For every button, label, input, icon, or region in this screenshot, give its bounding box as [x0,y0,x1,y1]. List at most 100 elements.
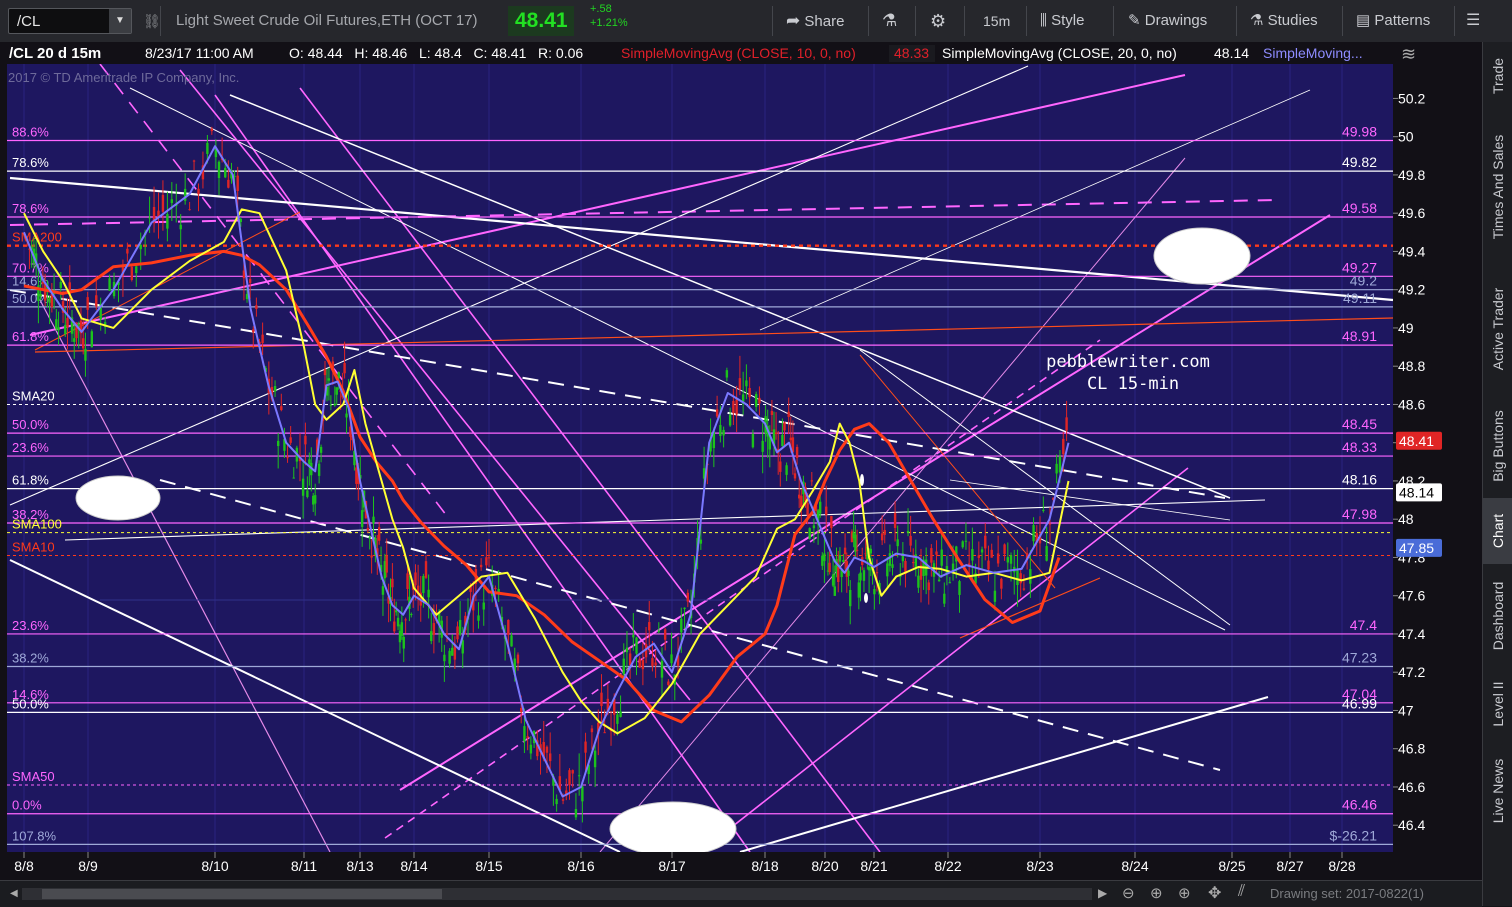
price-bar-body [227,179,230,188]
price-bar-body [1032,525,1035,542]
drawings-button[interactable]: ✎ Drawings [1128,0,1207,42]
right-tab-panel: Trade Times And Sales Active Trader Big … [1482,42,1512,906]
price-bar-body [971,549,974,561]
price-bar-body [188,209,191,211]
scrollbar-thumb[interactable] [42,889,442,899]
price-bar-body [849,589,852,607]
price-bar-body [683,607,686,610]
highlight-oval [1153,227,1251,285]
symbol-input[interactable]: /CL ▼ [8,8,132,34]
pencil-icon: ✎ [1128,12,1141,29]
candle-icon: ⫼ [1040,12,1047,29]
price-bar-body [770,410,774,416]
price-bar-body [345,413,348,418]
collapse-icon[interactable]: ≋ [1401,44,1416,64]
link-icon[interactable]: ⛓ [143,0,161,42]
fib-value: 46.99 [1342,695,1377,711]
scroll-left-icon[interactable]: ◀ [10,888,18,900]
chevron-down-icon[interactable]: ▼ [109,9,131,33]
menu-icon[interactable]: ☰ [1466,0,1480,42]
price-bar-body [64,324,67,334]
price-bar-body [304,435,307,445]
sma-level-label: SMA10 [12,540,55,555]
gear-icon[interactable]: ⚙ [930,0,946,42]
price-bar-body [738,378,742,390]
tab-big-buttons[interactable]: Big Buttons [1483,396,1512,496]
last-price-box: 48.41 [508,6,574,36]
y-tick-label: 48 [1398,511,1414,527]
price-bar-body [445,633,449,635]
tab-chart[interactable]: Chart [1483,498,1512,564]
patterns-button[interactable]: ▤ Patterns [1356,0,1430,42]
share-button[interactable]: ➦ Share [786,0,844,42]
price-chart[interactable]: 88.6% 49.9878.6% 49.8278.6% 49.5870.7% 49.27… [0,42,1482,880]
price-bar-body [261,334,264,343]
price-bar-body [335,387,338,395]
tab-trade[interactable]: Trade [1483,42,1512,110]
price-bar-body [236,175,239,192]
top-toolbar: /CL ▼ ⛓ Light Sweet Crude Oil Futures,ETH… [0,0,1512,43]
patterns-icon: ▤ [1356,12,1371,29]
tab-live-news[interactable]: Live News [1483,742,1512,840]
price-bar-body [577,775,581,777]
price-bar-body [751,433,755,448]
price-bar-body [722,429,725,436]
studies-button[interactable]: ⚗ Studies [1250,0,1318,42]
zoom-out-icon[interactable]: ⊖ [1122,884,1135,902]
tab-dashboard[interactable]: Dashboard [1483,566,1512,666]
price-bar-body [432,623,436,635]
crosshair-icon[interactable]: ⊕ [1150,884,1163,902]
price-bar-body [896,539,899,547]
price-bar-body [57,327,60,331]
sma20-legend-value: 48.14 [1214,45,1249,61]
x-tick-label: 8/10 [201,858,228,874]
last-price: 48.41 [515,9,568,32]
price-bar-body [806,502,809,516]
scrollbar-track[interactable] [22,888,1092,900]
fib-label: 78.6% [12,201,49,216]
lines-icon[interactable]: ⫽ [1238,883,1245,901]
price-bar-body [980,549,984,553]
price-bar-body [210,128,214,132]
tab-level-ii[interactable]: Level II [1483,668,1512,740]
tab-active-trader[interactable]: Active Trader [1483,264,1512,394]
x-tick-label: 8/28 [1328,858,1355,874]
price-bar-body [616,714,619,724]
price-bar-body [368,537,371,539]
style-button[interactable]: ⫼ Style [1040,0,1084,42]
price-tag-label: 48.14 [1399,484,1434,500]
price-bar-body [430,631,433,642]
tab-times-and-sales[interactable]: Times And Sales [1483,112,1512,262]
price-bar-body [86,297,89,310]
price-bar-body [823,553,826,562]
price-bar-body [793,473,797,479]
fib-label: 88.6% [12,125,49,140]
fib-value: 47.23 [1342,649,1377,665]
pan-icon[interactable]: ✥ [1208,883,1221,903]
price-bar-body [812,525,816,529]
price-bar-body [301,478,305,496]
price-bar-body [847,570,850,576]
price-bar-body [657,630,661,632]
x-axis: 8/8 8/9 8/10 8/11 8/13 8/14 8/15 8/16 8/17 8/18 8/… [0,852,1393,880]
price-bar-body [507,619,510,635]
price-bar-body [821,555,824,566]
drawing-set[interactable]: Drawing set: 2017-0822(1) [1270,886,1424,901]
price-bar-body [635,637,638,654]
share-label: Share [804,13,845,30]
highlight-oval [75,475,161,521]
price-bar-body [135,266,138,274]
flask-icon[interactable]: ⚗ [882,0,897,42]
price-bar-body [396,617,400,627]
interval-button[interactable]: 15m [983,0,1010,42]
price-tag-label: 48.41 [1399,433,1434,449]
price-bar-body [526,736,529,738]
price-bar-body [126,248,129,254]
price-bar-body [785,465,788,475]
zoom-in-icon[interactable]: ⊕ [1178,884,1191,902]
price-bar-body [831,574,835,586]
price-bar-body [670,654,673,664]
x-tick-label: 8/25 [1218,858,1245,874]
scroll-right-icon[interactable]: ▶ [1098,886,1107,900]
sma-level-label: SMA50 [12,769,55,784]
